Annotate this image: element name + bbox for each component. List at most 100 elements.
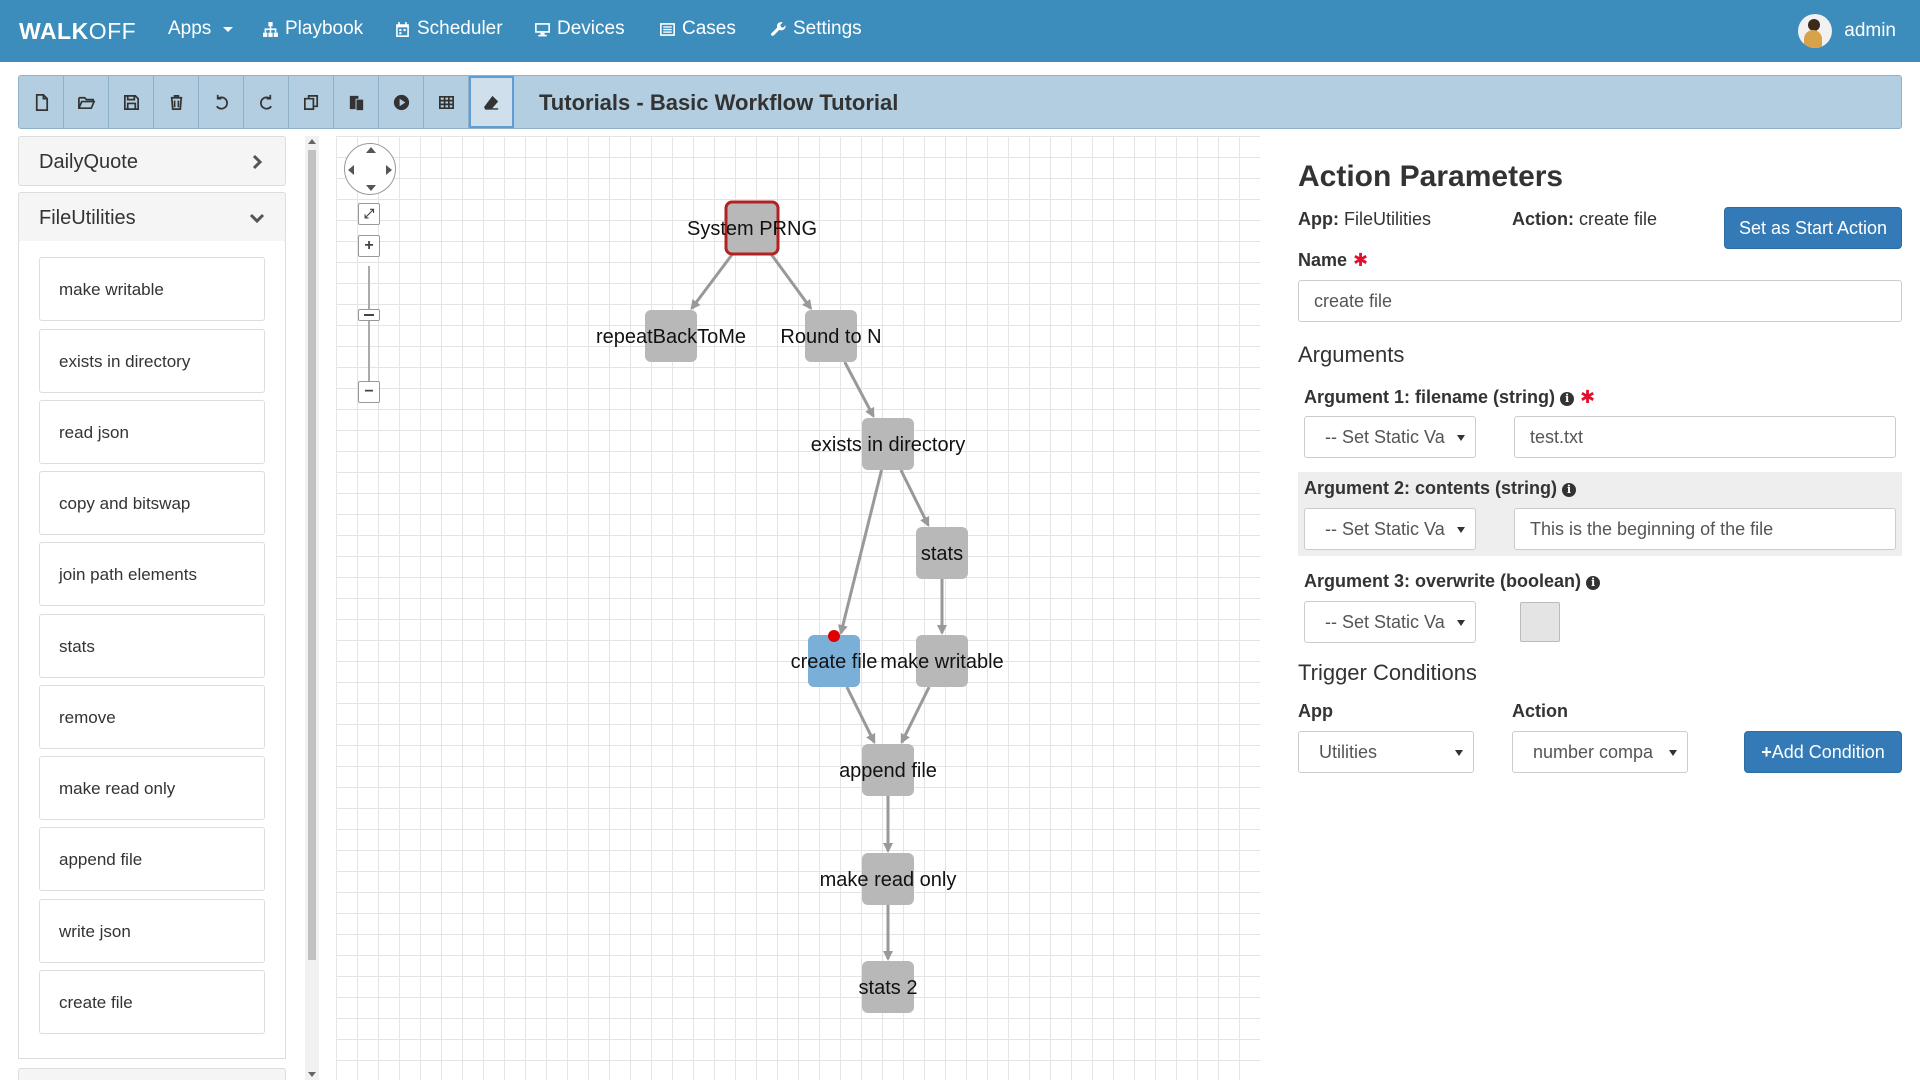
app-panel-fileutilities[interactable]: FileUtilities (18, 192, 286, 242)
list-item[interactable]: make read only (39, 756, 265, 820)
workflow-title: Tutorials - Basic Workflow Tutorial (539, 90, 899, 115)
undo-button[interactable] (199, 76, 244, 128)
list-item[interactable]: write json (39, 899, 265, 963)
breakpoint-marker (828, 630, 840, 642)
sidebar-scrollbar[interactable] (305, 136, 319, 1080)
list-item[interactable]: copy and bitswap (39, 471, 265, 535)
argument-1-label: Argument 1: filename (string) i ✱ (1304, 387, 1596, 407)
graph-edge[interactable] (690, 253, 734, 310)
add-condition-button[interactable]: +Add Condition (1744, 731, 1902, 773)
info-icon: i (1560, 392, 1575, 406)
chevron-down-icon (249, 209, 265, 225)
monitor-icon (535, 22, 550, 36)
graph-edge[interactable] (900, 686, 931, 745)
info-icon: i (1586, 576, 1601, 590)
argument-2-label: Argument 2: contents (string) i (1304, 478, 1577, 499)
execute-button[interactable] (379, 76, 424, 128)
zoom-out-button[interactable]: − (358, 381, 380, 403)
save-button[interactable] (109, 76, 154, 128)
app-panel-dailyquote[interactable]: DailyQuote (18, 136, 286, 186)
trigger-action-label: Action (1512, 701, 1568, 721)
list-item[interactable]: make writable (39, 257, 265, 321)
workflow-canvas[interactable]: System PRNG repeatBackToMe Round to N exist… (336, 136, 1260, 1080)
scroll-down-icon[interactable] (308, 1072, 316, 1077)
list-alt-icon (660, 22, 675, 36)
pan-right-icon[interactable] (386, 165, 392, 175)
arguments-heading: Arguments (1298, 342, 1405, 367)
caret-down-icon (1457, 435, 1465, 441)
list-item[interactable]: stats (39, 614, 265, 678)
plus-icon: + (1761, 742, 1772, 762)
nav-settings-label: Settings (793, 18, 862, 39)
nav-apps[interactable]: Apps (168, 18, 234, 40)
trigger-app-select[interactable]: Utilities (1298, 731, 1474, 773)
user-menu[interactable]: admin (1798, 14, 1896, 48)
set-start-action-button[interactable]: Set as Start Action (1724, 207, 1902, 249)
argument-1-value-input[interactable]: test.txt (1514, 416, 1896, 458)
argument-1-source-select[interactable]: -- Set Static Va (1304, 416, 1476, 458)
nav-devices-label: Devices (557, 18, 625, 39)
caret-down-icon (1457, 620, 1465, 626)
action-info: Action: create file (1512, 209, 1658, 229)
app-panel-next[interactable] (18, 1068, 286, 1080)
graph-edge[interactable] (769, 253, 813, 311)
argument-3-checkbox[interactable] (1520, 602, 1560, 642)
name-label: Name ✱ (1298, 250, 1369, 270)
fit-view-button[interactable]: ⤢ (358, 203, 380, 225)
zoom-slider-handle[interactable] (358, 309, 380, 321)
nav-devices[interactable]: Devices (534, 18, 625, 40)
argument-3-source-select[interactable]: -- Set Static Va (1304, 601, 1476, 643)
open-folder-icon (77, 96, 95, 109)
eraser-icon (483, 95, 498, 110)
nav-settings[interactable]: Settings (770, 18, 862, 40)
calendar-icon (396, 21, 409, 37)
graph-node-label: make read only (820, 869, 957, 891)
graph-node-label: exists in directory (811, 434, 966, 456)
sitemap-icon (263, 21, 278, 37)
paste-button[interactable] (334, 76, 379, 128)
zoom-in-button[interactable]: + (358, 235, 380, 257)
zoom-slider[interactable] (368, 266, 370, 386)
redo-button[interactable] (244, 76, 289, 128)
list-item[interactable]: append file (39, 827, 265, 891)
list-item[interactable]: create file (39, 970, 265, 1034)
name-input[interactable]: create file (1298, 280, 1902, 322)
variables-table-button[interactable] (424, 76, 469, 128)
pan-up-icon[interactable] (366, 147, 376, 153)
avatar (1798, 14, 1833, 48)
pan-down-icon[interactable] (366, 185, 376, 191)
graph-node-label: stats 2 (859, 977, 918, 999)
brand-logo[interactable]: WALKOFF (19, 18, 136, 45)
list-item[interactable]: remove (39, 685, 265, 749)
delete-button[interactable] (154, 76, 199, 128)
nav-cases[interactable]: Cases (659, 18, 736, 40)
graph-edge[interactable] (838, 469, 883, 636)
caret-down-icon (1669, 750, 1677, 756)
argument-2-value-input[interactable]: This is the beginning of the file (1514, 508, 1896, 550)
list-item[interactable]: read json (39, 400, 265, 464)
copy-button[interactable] (289, 76, 334, 128)
nav-apps-label: Apps (168, 18, 212, 39)
app-name: FileUtilities (39, 207, 136, 229)
list-item[interactable]: exists in directory (39, 329, 265, 393)
nav-scheduler[interactable]: Scheduler (394, 18, 503, 40)
list-item[interactable]: join path elements (39, 542, 265, 606)
clear-button[interactable] (469, 76, 514, 128)
pan-control[interactable] (344, 143, 396, 195)
argument-2-source-select[interactable]: -- Set Static Va (1304, 508, 1476, 550)
pan-left-icon[interactable] (348, 165, 354, 175)
caret-down-icon (1455, 750, 1463, 756)
open-button[interactable] (64, 76, 109, 128)
graph-edge[interactable] (899, 469, 930, 527)
save-icon (123, 94, 139, 110)
nav-playbook[interactable]: Playbook (262, 18, 363, 40)
new-file-button[interactable] (19, 76, 64, 128)
nav-playbook-label: Playbook (285, 18, 364, 39)
trigger-action-select[interactable]: number compa (1512, 731, 1688, 773)
graph-edge[interactable] (845, 686, 876, 745)
scrollbar-thumb[interactable] (308, 150, 316, 960)
workflow-graph[interactable]: System PRNG repeatBackToMe Round to N exist… (336, 136, 1260, 1080)
argument-3-label: Argument 3: overwrite (boolean) i (1304, 571, 1601, 592)
graph-edge[interactable] (843, 361, 875, 419)
scroll-up-icon[interactable] (308, 139, 316, 144)
